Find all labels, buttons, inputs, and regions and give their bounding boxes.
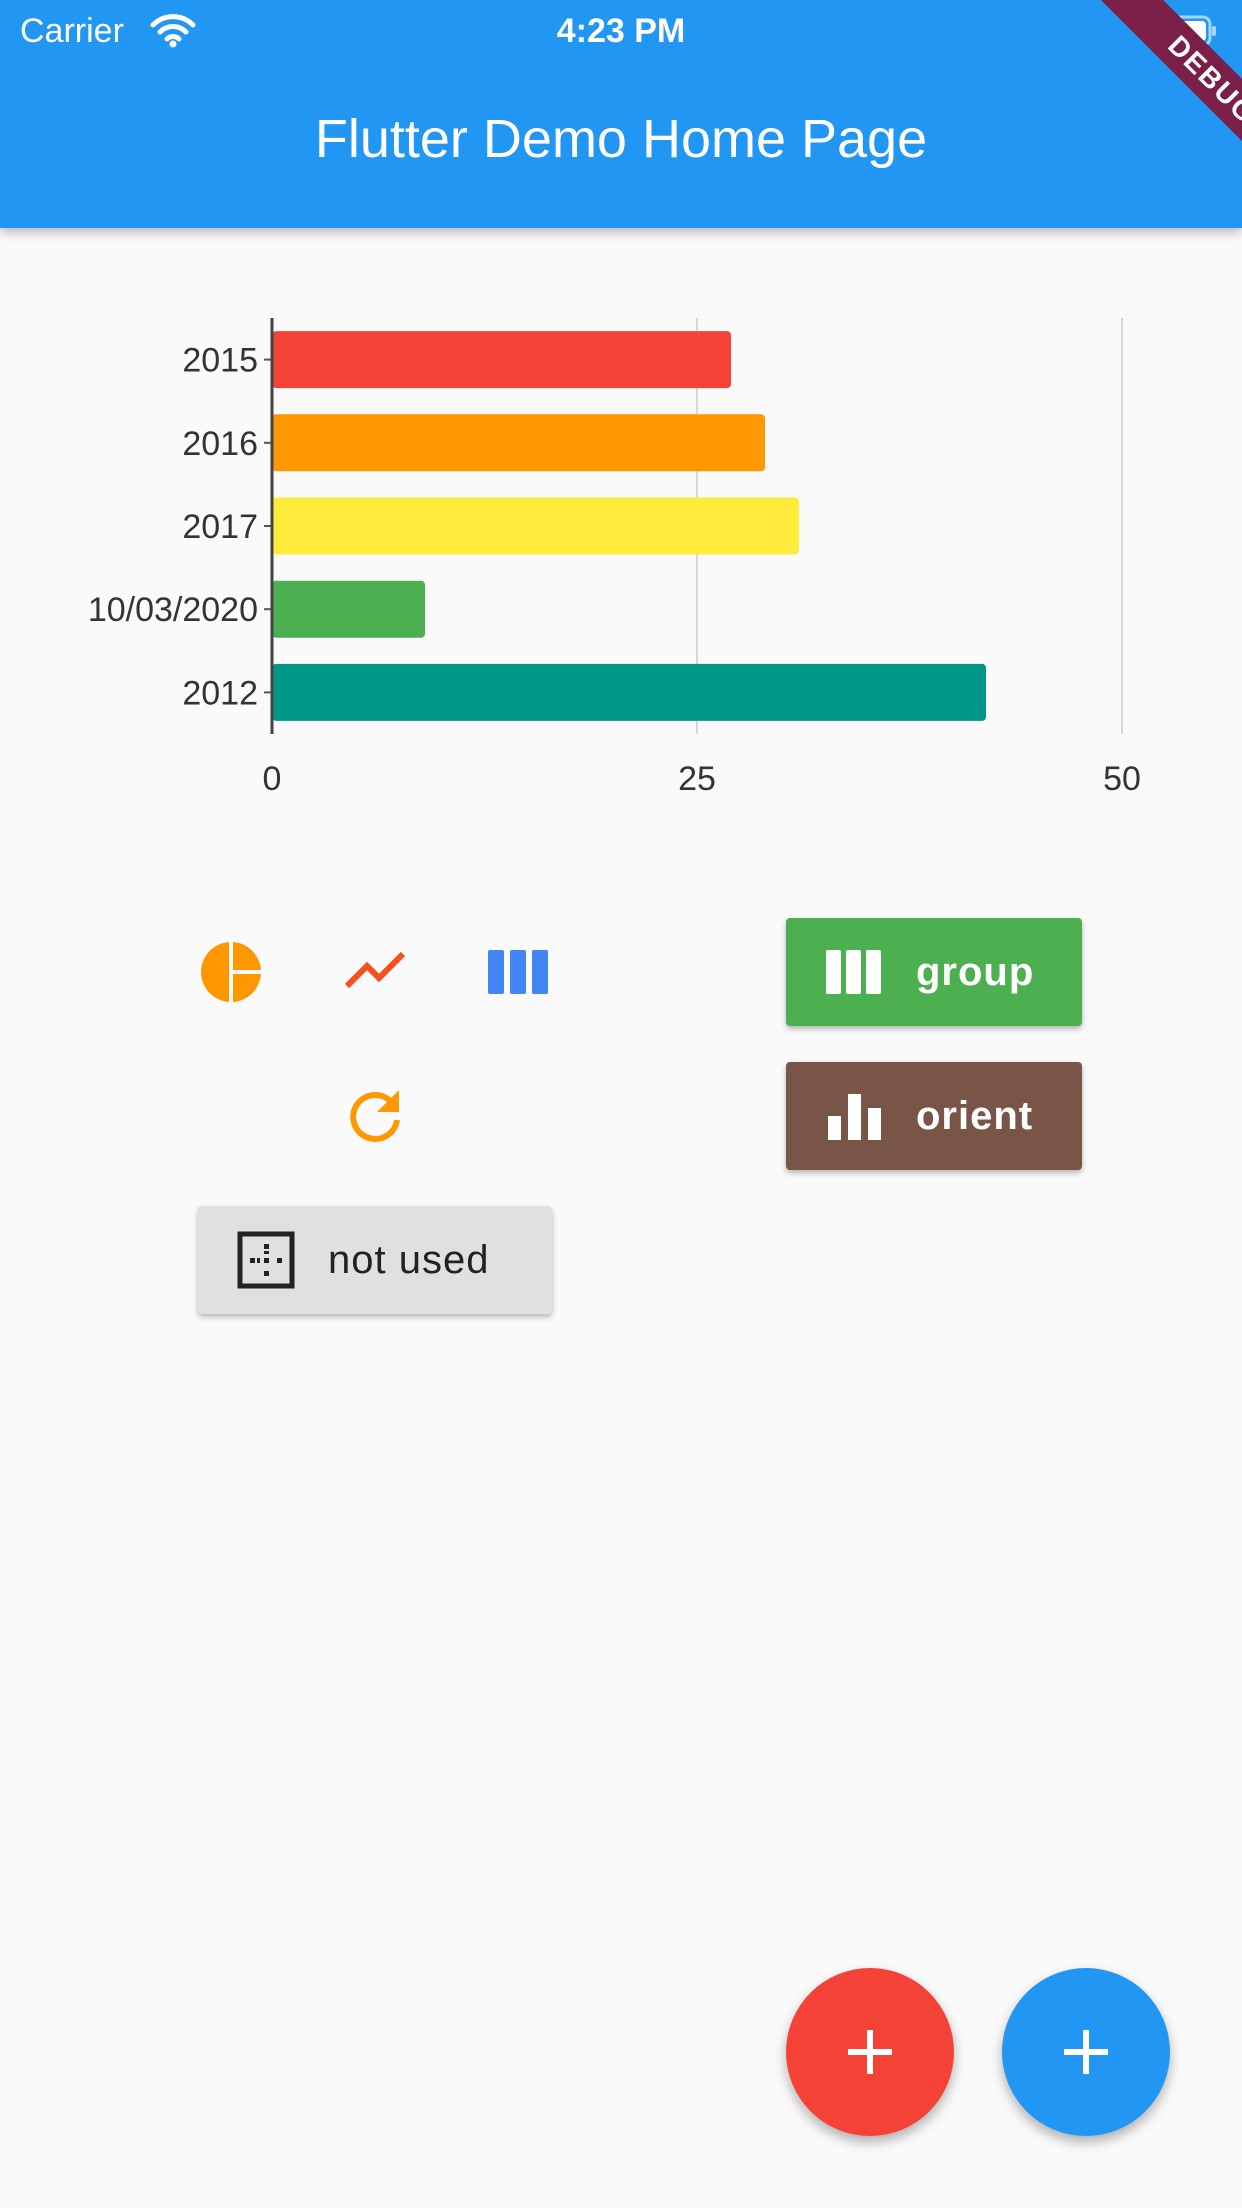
bar-chart-icon — [824, 1086, 884, 1146]
refresh-button[interactable] — [327, 1068, 423, 1164]
y-tick-label: 2017 — [182, 508, 258, 546]
show-chart-icon — [344, 951, 406, 989]
orient-button[interactable]: orient — [786, 1062, 1082, 1170]
y-tick-label: 2012 — [182, 674, 258, 712]
bar — [272, 414, 765, 472]
debug-banner: DEBUG — [1042, 0, 1242, 200]
pie-chart-button[interactable] — [183, 924, 279, 1020]
add-fab-blue[interactable] — [1002, 1968, 1170, 2136]
bar — [272, 331, 731, 389]
bar — [272, 497, 799, 555]
bar-chart-svg: 0 25 50 2015 2016 2017 10/03/2020 2012 — [88, 318, 1141, 798]
y-tick-label: 2016 — [182, 425, 258, 463]
x-tick-label: 50 — [1103, 760, 1141, 798]
not-used-button[interactable]: not used — [198, 1206, 552, 1314]
y-tick-label: 10/03/2020 — [88, 591, 258, 629]
add-icon — [1064, 2030, 1108, 2074]
not-used-button-label: not used — [328, 1237, 490, 1282]
x-tick-label: 0 — [263, 760, 282, 798]
refresh-icon — [350, 1090, 400, 1142]
bar — [272, 580, 425, 638]
view-column-icon — [488, 950, 548, 994]
y-tick-label: 2015 — [182, 342, 258, 380]
x-tick-label: 25 — [678, 760, 716, 798]
line-chart-button[interactable] — [327, 924, 423, 1020]
bar-chart: 0 25 50 2015 2016 2017 10/03/2020 2012 — [0, 300, 1242, 820]
orient-button-label: orient — [916, 1093, 1034, 1138]
border-inner-icon — [236, 1230, 296, 1290]
add-icon — [848, 2030, 892, 2074]
group-button[interactable]: group — [786, 918, 1082, 1026]
group-button-label: group — [916, 949, 1035, 994]
column-chart-button[interactable] — [470, 924, 566, 1020]
debug-banner-label: DEBUG — [1090, 0, 1242, 200]
pie-chart-icon — [201, 942, 261, 1002]
add-fab-red[interactable] — [786, 1968, 954, 2136]
app-screen: Carrier 4:23 PM Flutter Demo Home Page D… — [0, 0, 1242, 2208]
bar — [272, 663, 986, 721]
view-column-icon — [824, 942, 884, 1002]
